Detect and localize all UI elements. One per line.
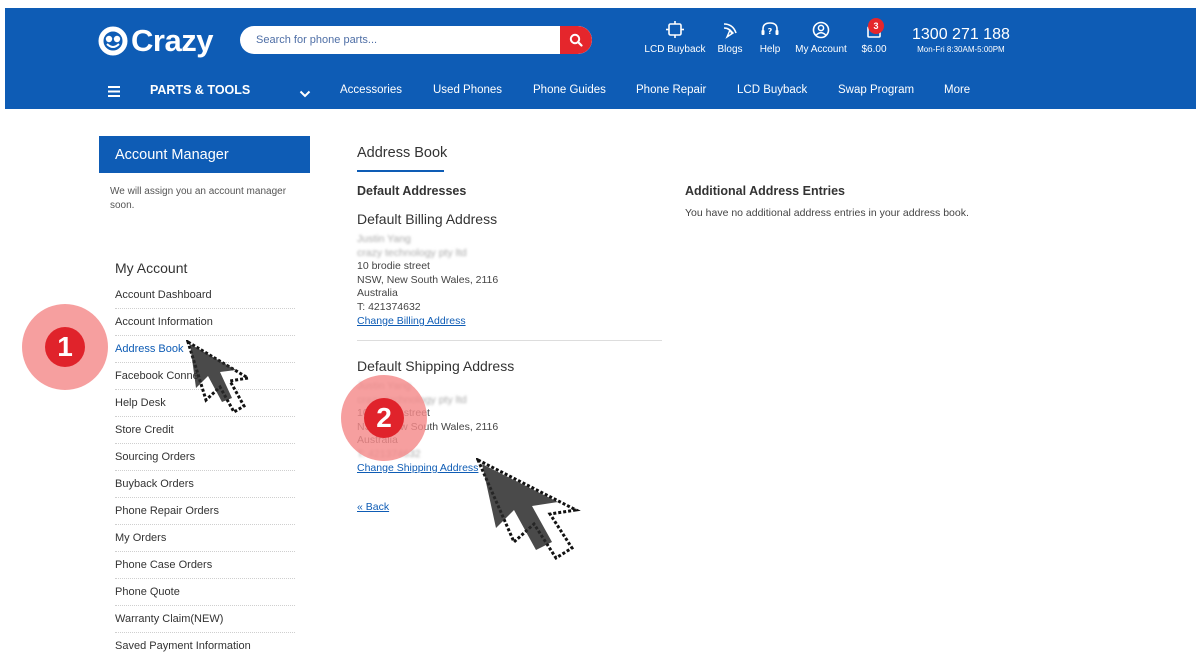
blogs-top-link[interactable]: Blogs	[715, 20, 745, 56]
sidebar-item-sourcing-orders[interactable]: Sourcing Orders	[115, 444, 295, 471]
billing-street: 10 brodie street	[357, 260, 430, 273]
title-underline	[357, 170, 444, 172]
cart-total: $6.00	[861, 44, 887, 55]
shipping-heading: Default Shipping Address	[357, 358, 515, 374]
billing-name: Justin Yang	[357, 233, 411, 245]
site-header: Crazy LCD Buyback Blogs ? Help My Accoun…	[5, 8, 1196, 109]
help-top-link[interactable]: ? Help	[755, 20, 785, 56]
my-account-top-label: My Account	[795, 44, 847, 55]
phone-number: 1300 271 188	[912, 26, 1010, 43]
sidebar-item-buyback-orders[interactable]: Buyback Orders	[115, 471, 295, 498]
billing-address: Justin Yang crazy technology pty ltd 10 …	[357, 233, 498, 315]
help-top-label: Help	[759, 44, 781, 55]
nav-accessories[interactable]: Accessories	[340, 84, 402, 96]
cursor-1-icon	[186, 340, 253, 415]
logo-icon	[98, 26, 128, 56]
account-nav: Account Dashboard Account Information Ad…	[115, 282, 295, 660]
billing-region: NSW, New South Wales, 2116	[357, 273, 499, 286]
svg-text:?: ?	[768, 27, 773, 36]
change-billing-link[interactable]: Change Billing Address	[357, 315, 466, 327]
section-divider	[357, 340, 662, 341]
cart-count-badge: 3	[868, 18, 884, 34]
my-account-title: My Account	[115, 260, 188, 276]
main-nav: PARTS & TOOLS Accessories Used Phones Ph…	[5, 74, 1196, 109]
help-icon: ?	[761, 22, 779, 36]
search-icon	[569, 33, 583, 47]
nav-lcd-buyback[interactable]: LCD Buyback	[737, 84, 807, 96]
step-1-number: 1	[45, 327, 85, 367]
change-shipping-link[interactable]: Change Shipping Address	[357, 462, 478, 474]
blogs-icon	[723, 23, 737, 39]
billing-heading: Default Billing Address	[357, 211, 498, 227]
lcd-buyback-top-link[interactable]: LCD Buyback	[644, 20, 706, 56]
additional-entries-note: You have no additional address entries i…	[685, 207, 969, 219]
sidebar-item-account-dashboard[interactable]: Account Dashboard	[115, 282, 295, 309]
cart-top-link[interactable]: 3 $6.00	[854, 18, 894, 56]
search-bar	[240, 26, 592, 54]
lcd-buyback-icon	[666, 21, 684, 38]
billing-phone: T: 421374632	[357, 300, 421, 313]
page-title: Address Book	[357, 145, 448, 161]
step-1-marker: 1	[22, 304, 108, 390]
sidebar-item-my-orders[interactable]: My Orders	[115, 525, 295, 552]
account-manager-note: We will assign you an account manager so…	[110, 186, 287, 211]
nav-used-phones[interactable]: Used Phones	[433, 84, 502, 96]
account-manager-header: Account Manager	[99, 136, 310, 173]
billing-country: Australia	[357, 287, 398, 300]
sidebar-item-warranty-claim[interactable]: Warranty Claim(NEW)	[115, 606, 295, 633]
billing-company: crazy technology pty ltd	[357, 246, 467, 259]
step-2-marker: 2	[341, 375, 427, 461]
logo-text: Crazy	[131, 23, 213, 58]
parts-tools-menu[interactable]: PARTS & TOOLS	[150, 83, 250, 97]
search-button[interactable]	[560, 26, 592, 54]
search-input[interactable]	[240, 26, 560, 54]
nav-phone-repair[interactable]: Phone Repair	[636, 84, 706, 96]
account-icon	[812, 21, 830, 39]
sidebar-item-phone-quote[interactable]: Phone Quote	[115, 579, 295, 606]
lcd-buyback-top-label: LCD Buyback	[644, 44, 706, 55]
back-link[interactable]: « Back	[357, 501, 389, 513]
sidebar-item-phone-case-orders[interactable]: Phone Case Orders	[115, 552, 295, 579]
blogs-top-label: Blogs	[717, 44, 743, 55]
menu-icon[interactable]	[108, 84, 120, 102]
step-2-number: 2	[364, 398, 404, 438]
logo[interactable]: Crazy	[98, 24, 213, 58]
nav-phone-guides[interactable]: Phone Guides	[533, 84, 606, 96]
additional-entries-heading: Additional Address Entries	[685, 184, 845, 198]
nav-more[interactable]: More	[944, 84, 970, 96]
cursor-2-icon	[476, 458, 581, 561]
nav-swap-program[interactable]: Swap Program	[838, 84, 914, 96]
sidebar-item-store-credit[interactable]: Store Credit	[115, 417, 295, 444]
default-addresses-heading: Default Addresses	[357, 184, 467, 198]
my-account-top-link[interactable]: My Account	[792, 20, 850, 56]
business-hours: Mon-Fri 8:30AM-5:00PM	[917, 45, 1005, 54]
sidebar-item-account-information[interactable]: Account Information	[115, 309, 295, 336]
sidebar-item-phone-repair-orders[interactable]: Phone Repair Orders	[115, 498, 295, 525]
sidebar-item-saved-payment[interactable]: Saved Payment Information	[115, 633, 295, 660]
phone-contact[interactable]: 1300 271 188 Mon-Fri 8:30AM-5:00PM	[912, 26, 1010, 56]
chevron-down-icon[interactable]	[299, 85, 311, 103]
